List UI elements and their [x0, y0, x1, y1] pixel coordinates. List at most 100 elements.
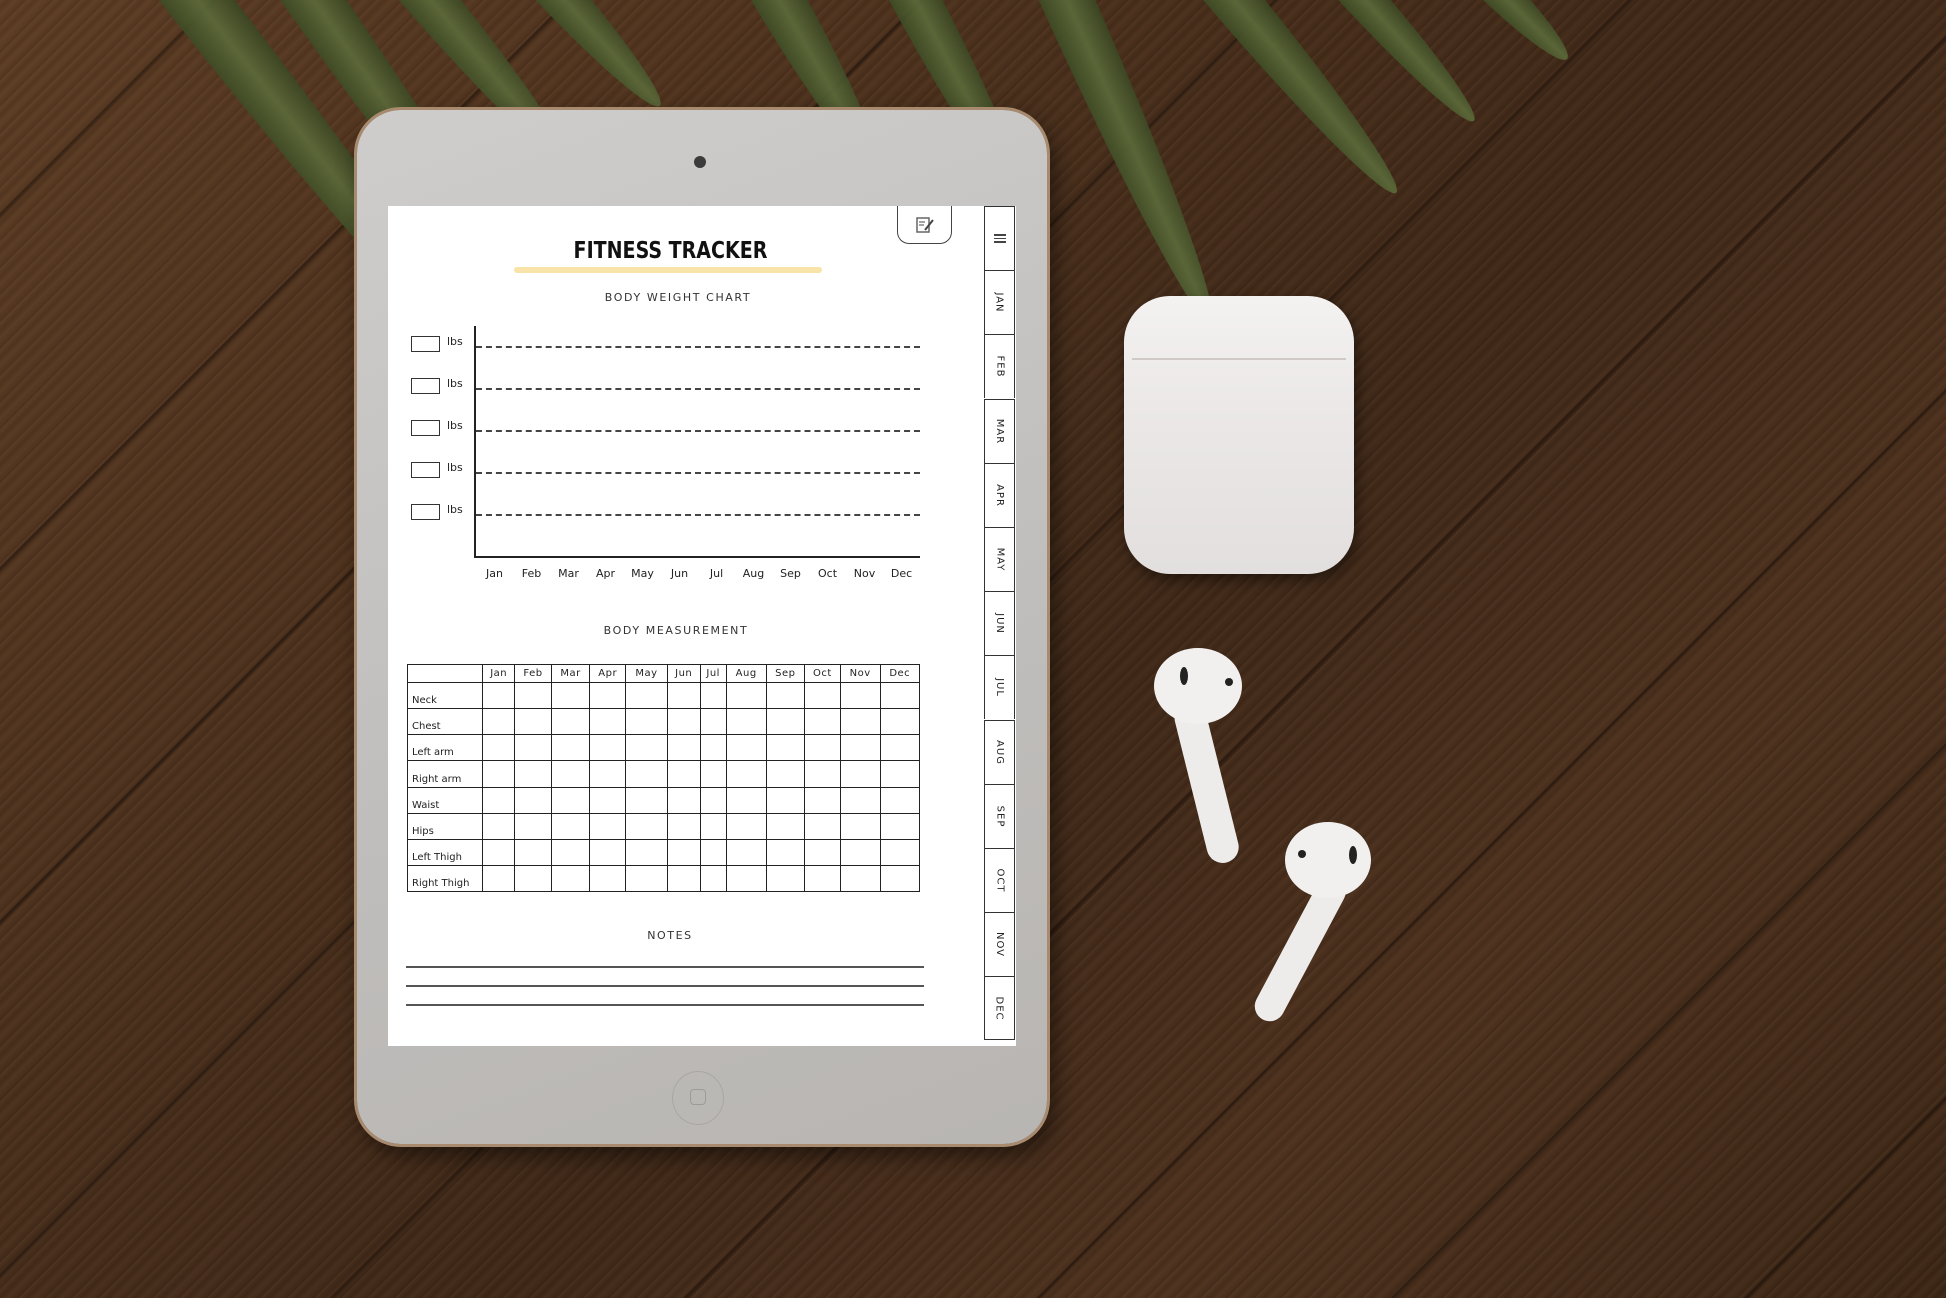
measurement-cell[interactable] — [550, 786, 591, 814]
measurement-cell[interactable] — [625, 812, 668, 840]
measurement-cell[interactable] — [625, 838, 668, 866]
measurement-cell[interactable] — [550, 864, 591, 893]
measurement-cell[interactable] — [804, 786, 841, 814]
measurement-cell[interactable] — [725, 812, 767, 840]
weight-input-4[interactable] — [411, 462, 440, 478]
measurement-cell[interactable] — [514, 734, 552, 762]
measurement-cell[interactable] — [725, 734, 767, 762]
measurement-cell[interactable] — [666, 838, 701, 866]
measurement-cell[interactable] — [589, 786, 627, 814]
measurement-cell[interactable] — [879, 864, 920, 893]
tab-dec[interactable]: DEC — [984, 976, 1015, 1041]
measurement-cell[interactable] — [725, 786, 767, 814]
weight-input-5[interactable] — [411, 504, 440, 520]
edit-button[interactable] — [897, 206, 952, 244]
measurement-cell[interactable] — [514, 864, 552, 893]
measurement-cell[interactable] — [725, 760, 767, 788]
measurement-cell[interactable] — [514, 681, 552, 710]
measurement-cell[interactable] — [550, 838, 591, 866]
measurement-cell[interactable] — [879, 681, 920, 710]
tab-apr[interactable]: APR — [984, 462, 1015, 527]
measurement-cell[interactable] — [550, 734, 591, 762]
measurement-cell[interactable] — [625, 708, 668, 736]
measurement-cell[interactable] — [625, 681, 668, 710]
measurement-cell[interactable] — [589, 760, 627, 788]
measurement-cell[interactable] — [666, 812, 701, 840]
tab-mar[interactable]: MAR — [984, 398, 1015, 463]
tab-menu[interactable] — [984, 206, 1015, 270]
measurement-cell[interactable] — [725, 681, 767, 710]
measurement-cell[interactable] — [804, 708, 841, 736]
measurement-cell[interactable] — [514, 812, 552, 840]
measurement-cell[interactable] — [765, 864, 806, 893]
tab-nov[interactable]: NOV — [984, 912, 1015, 977]
measurement-cell[interactable] — [625, 734, 668, 762]
tab-sep[interactable]: SEP — [984, 783, 1015, 848]
weight-input-3[interactable] — [411, 420, 440, 436]
measurement-cell[interactable] — [481, 681, 516, 710]
measurement-cell[interactable] — [804, 812, 841, 840]
measurement-cell[interactable] — [879, 838, 920, 866]
measurement-cell[interactable] — [481, 760, 516, 788]
tab-oct[interactable]: OCT — [984, 848, 1015, 912]
tab-feb[interactable]: FEB — [984, 334, 1015, 399]
measurement-cell[interactable] — [625, 786, 668, 814]
tab-aug[interactable]: AUG — [984, 719, 1015, 784]
weight-input-1[interactable] — [411, 336, 440, 352]
measurement-cell[interactable] — [481, 708, 516, 736]
measurement-cell[interactable] — [765, 681, 806, 710]
measurement-cell[interactable] — [765, 734, 806, 762]
measurement-cell[interactable] — [550, 708, 591, 736]
measurement-cell[interactable] — [481, 864, 516, 893]
measurement-cell[interactable] — [625, 760, 668, 788]
measurement-cell[interactable] — [589, 838, 627, 866]
tab-jun[interactable]: JUN — [984, 591, 1015, 656]
note-line-2[interactable] — [406, 985, 924, 987]
measurement-cell[interactable] — [879, 812, 920, 840]
measurement-cell[interactable] — [481, 812, 516, 840]
tab-jan[interactable]: JAN — [984, 270, 1015, 335]
measurement-cell[interactable] — [699, 812, 727, 840]
measurement-cell[interactable] — [699, 681, 727, 710]
measurement-cell[interactable] — [804, 864, 841, 893]
measurement-cell[interactable] — [765, 838, 806, 866]
measurement-cell[interactable] — [804, 760, 841, 788]
tab-jul[interactable]: JUL — [984, 655, 1015, 720]
measurement-cell[interactable] — [765, 812, 806, 840]
measurement-cell[interactable] — [839, 708, 881, 736]
measurement-cell[interactable] — [666, 760, 701, 788]
measurement-cell[interactable] — [839, 786, 881, 814]
measurement-cell[interactable] — [550, 812, 591, 840]
measurement-cell[interactable] — [804, 734, 841, 762]
measurement-cell[interactable] — [481, 786, 516, 814]
measurement-cell[interactable] — [514, 786, 552, 814]
measurement-cell[interactable] — [839, 681, 881, 710]
measurement-cell[interactable] — [804, 681, 841, 710]
measurement-cell[interactable] — [699, 786, 727, 814]
measurement-cell[interactable] — [625, 864, 668, 893]
measurement-cell[interactable] — [589, 681, 627, 710]
measurement-cell[interactable] — [699, 864, 727, 893]
measurement-cell[interactable] — [839, 734, 881, 762]
measurement-cell[interactable] — [699, 708, 727, 736]
measurement-cell[interactable] — [589, 708, 627, 736]
measurement-cell[interactable] — [765, 760, 806, 788]
weight-input-2[interactable] — [411, 378, 440, 394]
measurement-cell[interactable] — [666, 864, 701, 893]
measurement-cell[interactable] — [839, 812, 881, 840]
measurement-cell[interactable] — [666, 734, 701, 762]
measurement-cell[interactable] — [514, 838, 552, 866]
measurement-cell[interactable] — [514, 708, 552, 736]
note-line-1[interactable] — [406, 966, 924, 968]
measurement-cell[interactable] — [589, 734, 627, 762]
measurement-cell[interactable] — [666, 708, 701, 736]
measurement-cell[interactable] — [804, 838, 841, 866]
measurement-cell[interactable] — [699, 760, 727, 788]
measurement-cell[interactable] — [839, 760, 881, 788]
measurement-cell[interactable] — [725, 838, 767, 866]
measurement-cell[interactable] — [666, 786, 701, 814]
measurement-cell[interactable] — [839, 864, 881, 893]
measurement-cell[interactable] — [879, 760, 920, 788]
measurement-cell[interactable] — [550, 681, 591, 710]
measurement-cell[interactable] — [725, 708, 767, 736]
